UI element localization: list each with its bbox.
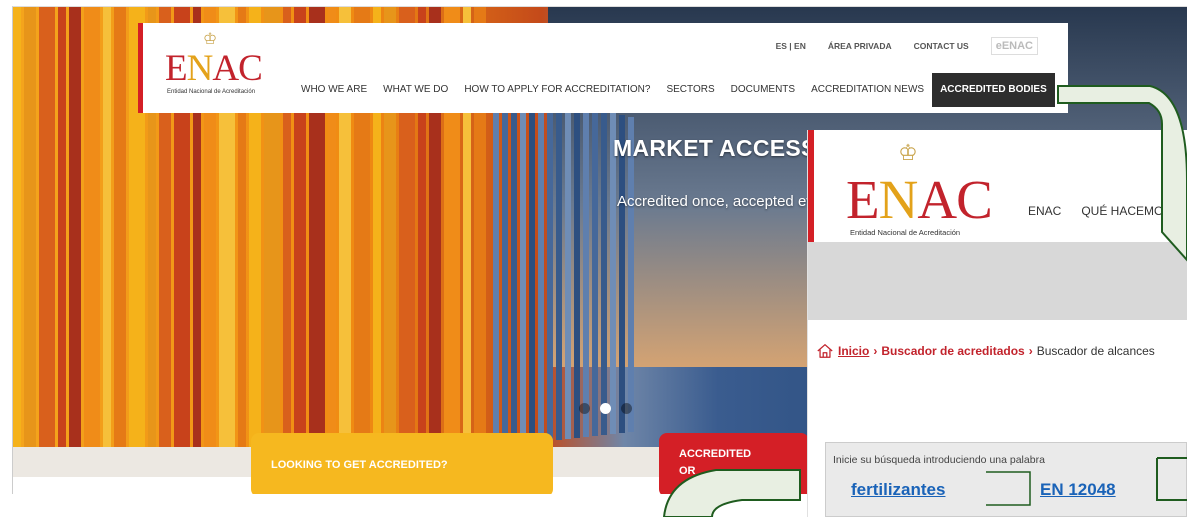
container-stripe [511,91,517,445]
language-switch[interactable]: ES | EN [776,41,806,51]
logo-wordmark: ENAC [846,168,993,231]
logo-n: N [186,48,214,89]
enac-logo[interactable]: ♔ ENAC Entidad Nacional de Acreditación [157,29,267,99]
nav-what-we-do[interactable]: WHAT WE DO [375,73,456,107]
search-hint: Inicie su búsqueda introduciendo una pal… [833,454,1045,466]
container-stripe [529,95,535,443]
eenac-logo-link[interactable]: eENAC [990,37,1038,55]
container-stripe [502,89,508,446]
nav-enac[interactable]: ENAC [1028,204,1061,218]
nav-sectors[interactable]: SECTORS [658,73,722,107]
crown-icon: ♔ [202,31,218,48]
breadcrumb-separator: › [1028,344,1033,358]
nav-accreditation-news[interactable]: ACCREDITATION NEWS [803,73,932,107]
container-stripe [520,93,526,444]
breadcrumb-separator: › [873,344,878,358]
container-stripe [565,103,571,439]
logo-tagline: Entidad Nacional de Acreditación [167,89,256,95]
container-stripe [114,7,126,477]
nav-accredited-bodies[interactable]: ACCREDITED BODIES [932,73,1055,107]
slider-dot[interactable] [579,403,590,414]
nav-who-we-are[interactable]: WHO WE ARE [293,73,375,107]
accredited-bodies-line1: ACCREDITED [679,448,752,460]
main-nav: WHO WE ARE WHAT WE DO HOW TO APPLY FOR A… [293,73,1055,107]
container-stripe [556,101,562,440]
accredited-bodies-button[interactable]: ACCREDITED OR [659,433,809,494]
top-links: ES | EN ÁREA PRIVADA CONTACT US eENAC [776,37,1038,55]
slider-dot[interactable] [621,403,632,414]
home-icon[interactable] [816,342,834,360]
logo-ac: AC [917,169,992,230]
keyword-link-en-12048[interactable]: EN 12048 [1040,480,1116,500]
container-stripe [619,115,625,433]
breadcrumb-parent-link[interactable]: Buscador de acreditados [881,344,1024,358]
breadcrumb: Inicio › Buscador de acreditados › Busca… [816,342,1155,360]
grey-banner [808,242,1187,320]
container-stripe [583,107,589,437]
container-stripe [39,7,55,477]
site-header: ♔ ENAC Entidad Nacional de Acreditación … [138,23,1068,113]
crown-icon: ♔ [898,140,918,165]
container-stripe [493,87,499,447]
container-stripe [628,117,634,432]
breadcrumb-current: Buscador de alcances [1036,344,1155,358]
keyword-link-fertilizantes[interactable]: fertilizantes [851,480,945,500]
overlay-header: ♔ ENAC Entidad Nacional de Acreditación … [808,130,1187,242]
logo-wordmark: ENAC [165,47,263,90]
nav-documents[interactable]: DOCUMENTS [723,73,803,107]
container-stripe [84,7,100,477]
contact-us-link[interactable]: CONTACT US [914,41,969,51]
container-stripe [69,7,81,477]
accredited-bodies-line2: OR [679,465,696,477]
slider-dots [579,403,632,414]
nav-how-to-apply[interactable]: HOW TO APPLY FOR ACCREDITATION? [456,73,658,107]
container-stripe [538,97,544,442]
logo-tagline: Entidad Nacional de Acreditación [850,228,961,237]
nav-que-hacemos[interactable]: QUÉ HACEMOS [1081,204,1171,218]
logo-ac: AC [212,48,262,89]
logo-e: E [165,48,188,89]
container-stripe [601,111,607,435]
logo-n: N [878,169,919,230]
enac-logo-large[interactable]: ♔ ENAC Entidad Nacional de Acreditación [832,140,993,237]
overlay-nav: ENAC QUÉ HACEMOS [1028,204,1171,218]
hero-title: MARKET ACCESS [613,135,817,161]
container-stripe [103,7,111,477]
container-stripe [574,105,580,438]
container-stripe [592,109,598,436]
container-stripe [58,7,66,477]
container-stripe [24,7,36,477]
breadcrumb-home-link[interactable]: Inicio [838,344,869,358]
hero-subtitle: Accredited once, accepted ev [617,193,814,210]
container-stripe [547,99,553,441]
get-accredited-button[interactable]: LOOKING TO GET ACCREDITED? [251,433,553,494]
slider-dot[interactable] [600,403,611,414]
container-stripe [13,7,21,477]
logo-e: E [846,169,880,230]
private-area-link[interactable]: ÁREA PRIVADA [828,41,892,51]
